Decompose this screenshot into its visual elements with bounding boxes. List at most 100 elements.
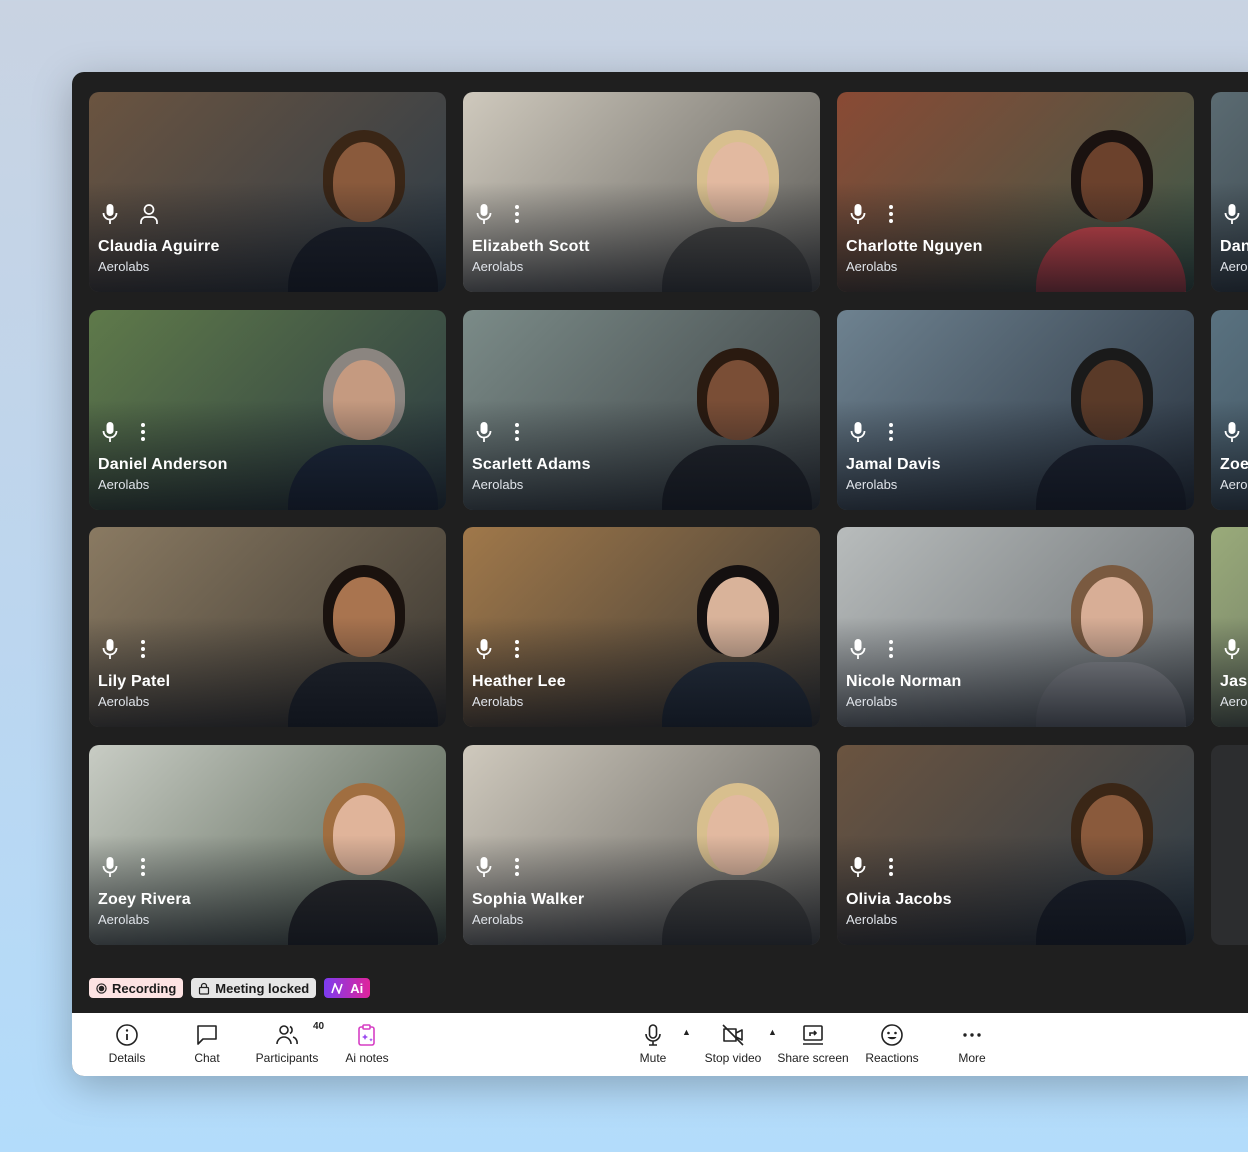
participant-org: Aerolabs [98, 259, 150, 274]
participant-tile[interactable]: Zoey Rivera Aerolabs [89, 745, 446, 946]
participant-tile[interactable]: Claudia Aguirre Aerolabs [89, 92, 446, 292]
details-button[interactable]: Details [87, 1023, 167, 1065]
share-screen-label: Share screen [777, 1051, 849, 1065]
participant-org: Aerolabs [472, 694, 524, 710]
participant-name: Nicole Norman [846, 673, 962, 691]
participant-name: Olivia Jacobs [846, 891, 952, 909]
ai-label: Ai [350, 980, 364, 996]
participant-org: Aerolabs [846, 694, 898, 710]
recording-label: Recording [112, 980, 177, 996]
more-vertical-icon[interactable] [514, 422, 520, 442]
participant-name: Sophia Walker [472, 891, 585, 909]
more-button[interactable]: More [932, 1023, 1012, 1065]
participant-tile[interactable]: Nicole Norman Aerolabs [837, 527, 1194, 728]
participant-tile[interactable]: Daniel Anderson Aerolabs [89, 309, 446, 510]
participant-tile[interactable]: Olivia Jacobs Aerolabs [837, 745, 1194, 946]
participant-org: Aerolabs [472, 476, 524, 492]
stop-video-button[interactable]: Stop video [693, 1023, 773, 1065]
more-vertical-icon[interactable] [514, 639, 520, 659]
reactions-button[interactable]: Reactions [852, 1023, 932, 1065]
microphone-icon [102, 857, 118, 878]
participants-icon [276, 1025, 298, 1045]
ai-logo-icon [331, 982, 343, 994]
participant-name: Jamal Davis [846, 455, 941, 473]
participant-tile[interactable]: Jas Aerolabs [1211, 527, 1248, 728]
chat-button[interactable]: Chat [167, 1023, 247, 1065]
info-icon [116, 1024, 138, 1046]
more-vertical-icon[interactable] [140, 857, 146, 877]
more-vertical-icon[interactable] [888, 857, 894, 877]
smiley-icon [881, 1024, 903, 1046]
meeting-locked-badge[interactable]: Meeting locked [191, 978, 317, 998]
meeting-locked-label: Meeting locked [215, 980, 310, 996]
participant-name: Zoe [1220, 455, 1248, 473]
mute-label: Mute [639, 1051, 667, 1065]
chat-icon [197, 1025, 217, 1045]
participant-tile[interactable]: Dan Aerolabs [1211, 92, 1248, 292]
participant-org: Aerolabs [846, 476, 898, 492]
empty-tile [1211, 745, 1248, 946]
mute-options-caret-icon[interactable]: ▲ [682, 1027, 691, 1037]
more-horizontal-icon [963, 1033, 981, 1037]
mute-button[interactable]: Mute [613, 1023, 693, 1065]
status-badges: Recording Meeting locked Ai [89, 978, 371, 998]
participant-tile[interactable]: Sophia Walker Aerolabs [463, 745, 820, 946]
microphone-icon [850, 421, 866, 442]
participant-org: Aerolabs [1220, 694, 1248, 710]
participant-org: Aerolabs [98, 476, 150, 492]
video-off-icon [722, 1024, 744, 1046]
microphone-icon [476, 421, 492, 442]
microphone-icon [102, 421, 118, 442]
participant-tile[interactable]: Scarlett Adams Aerolabs [463, 309, 820, 510]
participant-name: Zoey Rivera [98, 891, 191, 909]
microphone-icon [476, 639, 492, 660]
participant-tile[interactable]: Jamal Davis Aerolabs [837, 309, 1194, 510]
microphone-icon [102, 204, 118, 224]
participant-tile[interactable]: Charlotte Nguyen Aerolabs [837, 92, 1194, 292]
more-vertical-icon[interactable] [888, 204, 894, 224]
more-vertical-icon[interactable] [888, 639, 894, 659]
meeting-toolbar: Details Chat Participants 40 Ai notes Mu… [72, 1013, 1248, 1076]
stop-video-label: Stop video [704, 1051, 762, 1065]
participant-tile[interactable]: Heather Lee Aerolabs [463, 527, 820, 728]
participant-name: Heather Lee [472, 673, 566, 691]
participant-tile[interactable]: Elizabeth Scott Aerolabs [463, 92, 820, 292]
more-vertical-icon[interactable] [140, 639, 146, 659]
person-icon [140, 204, 158, 224]
meeting-window: Claudia Aguirre Aerolabs Elizabeth Scott… [72, 72, 1248, 1076]
participant-name: Charlotte Nguyen [846, 238, 983, 255]
ai-badge[interactable]: Ai [324, 978, 371, 998]
participant-name: Daniel Anderson [98, 455, 228, 473]
participant-org: Aerolabs [472, 259, 524, 274]
participants-count: 40 [313, 1021, 325, 1032]
participant-name: Claudia Aguirre [98, 238, 220, 255]
share-screen-button[interactable]: Share screen [773, 1023, 853, 1065]
more-vertical-icon[interactable] [140, 422, 146, 442]
participant-name: Elizabeth Scott [472, 238, 590, 255]
participant-org: Aerolabs [98, 694, 150, 710]
reactions-label: Reactions [865, 1051, 919, 1065]
more-vertical-icon[interactable] [888, 422, 894, 442]
participant-tile[interactable]: Zoe Aerolabs [1211, 309, 1248, 510]
participant-org: Aerolabs [1220, 259, 1248, 274]
microphone-icon [1224, 204, 1240, 224]
details-label: Details [108, 1051, 146, 1065]
more-vertical-icon[interactable] [514, 857, 520, 877]
participant-name: Lily Patel [98, 673, 171, 691]
more-vertical-icon[interactable] [514, 204, 520, 224]
microphone-icon [850, 639, 866, 660]
microphone-icon [850, 857, 866, 878]
ai-notes-button[interactable]: Ai notes [327, 1023, 407, 1065]
share-screen-icon [803, 1025, 823, 1045]
recording-icon [96, 982, 107, 994]
recording-badge[interactable]: Recording [89, 978, 184, 998]
participant-org: Aerolabs [1220, 476, 1248, 492]
microphone-icon [645, 1024, 661, 1046]
participant-tile[interactable]: Lily Patel Aerolabs [89, 527, 446, 728]
microphone-icon [476, 204, 492, 224]
participants-label: Participants [255, 1051, 319, 1065]
participant-name: Scarlett Adams [472, 455, 591, 473]
lock-icon [199, 982, 210, 995]
participant-org: Aerolabs [98, 912, 150, 928]
microphone-icon [102, 639, 118, 660]
